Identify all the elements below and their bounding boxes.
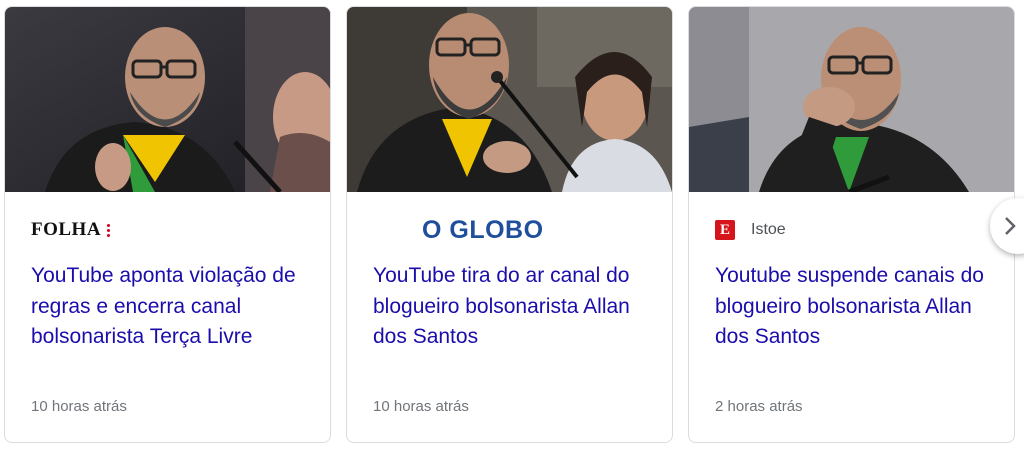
- chevron-right-icon: [1005, 217, 1016, 235]
- source-name: O GLOBO: [422, 215, 544, 244]
- news-carousel: FOLHA YouTube aponta violação de regras …: [0, 0, 1024, 451]
- source-logo-istoe: E Istoe: [715, 216, 786, 244]
- timestamp: 10 horas atrás: [373, 398, 469, 415]
- istoe-logo-icon: E: [715, 220, 735, 240]
- folha-dots-icon: [107, 222, 111, 238]
- news-thumbnail[interactable]: [347, 7, 672, 192]
- news-thumbnail[interactable]: [5, 7, 330, 192]
- news-card-oglobo[interactable]: O GLOBO YouTube tira do ar canal do blog…: [346, 6, 673, 443]
- source-logo-folha: FOLHA: [31, 216, 111, 244]
- headline-link[interactable]: YouTube tira do ar canal do blogueiro bo…: [373, 261, 658, 353]
- source-name: Istoe: [751, 221, 786, 238]
- news-card-folha[interactable]: FOLHA YouTube aponta violação de regras …: [4, 6, 331, 443]
- timestamp: 10 horas atrás: [31, 398, 127, 415]
- news-thumbnail[interactable]: [689, 7, 1014, 192]
- source-logo-oglobo: O GLOBO: [422, 216, 544, 244]
- source-name: FOLHA: [31, 219, 102, 240]
- headline-link[interactable]: YouTube aponta violação de regras e ence…: [31, 261, 316, 353]
- news-card-istoe[interactable]: E Istoe Youtube suspende canais do blogu…: [688, 6, 1015, 443]
- timestamp: 2 horas atrás: [715, 398, 803, 415]
- headline-link[interactable]: Youtube suspende canais do blogueiro bol…: [715, 261, 1000, 353]
